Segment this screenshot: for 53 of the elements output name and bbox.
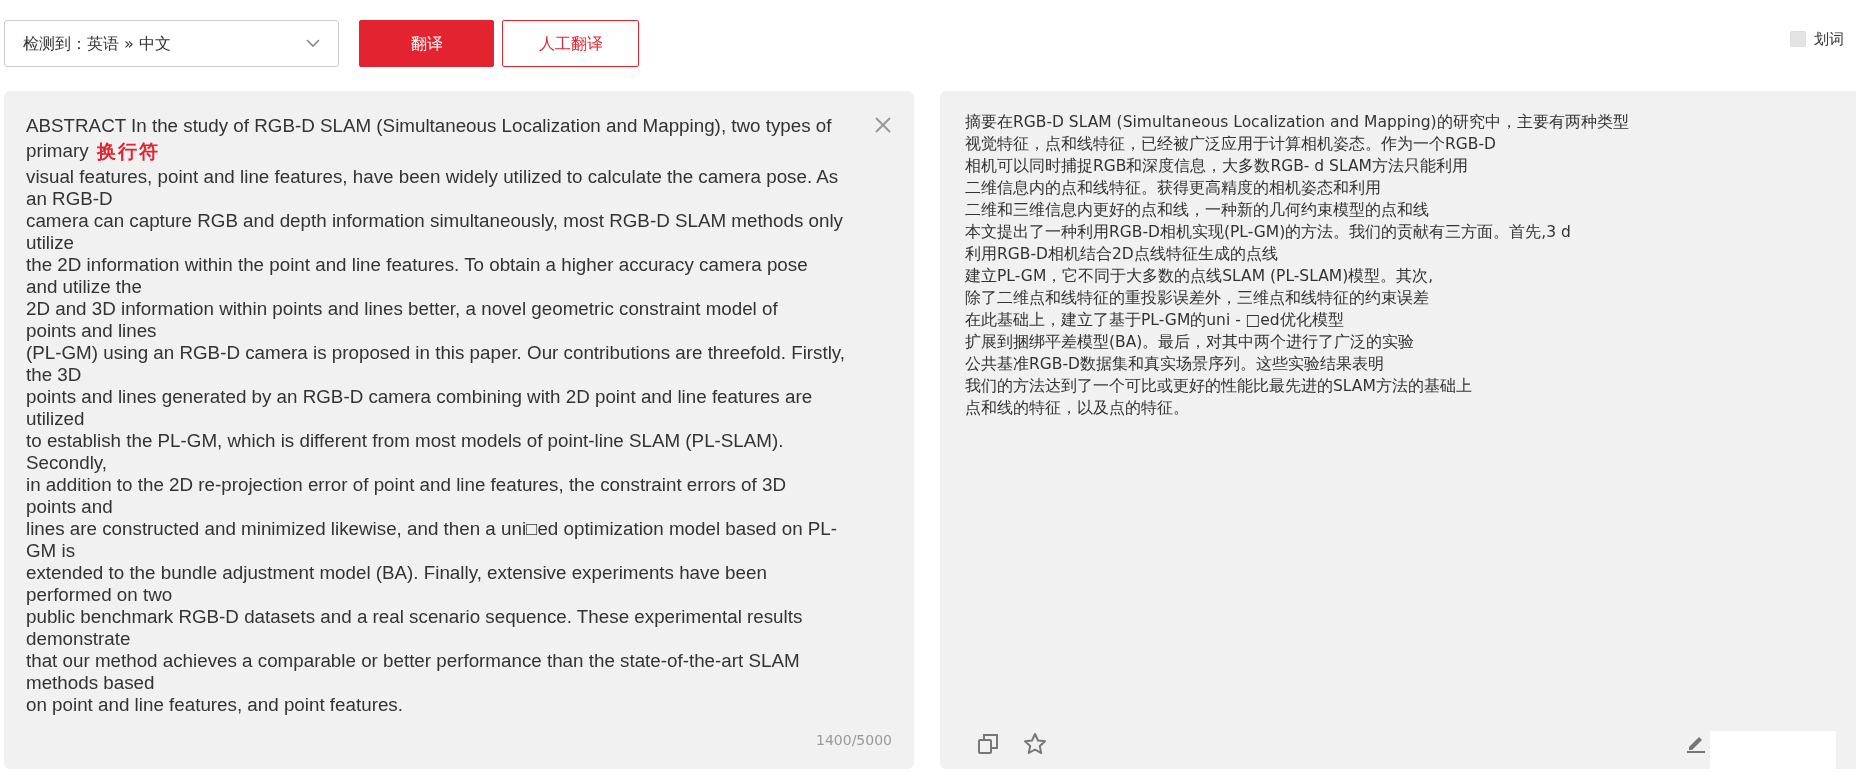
translation-line: 在此基础上，建立了基于PL-GM的uni - □ed优化模型 (965, 310, 1344, 331)
source-text-line: points and lines generated by an RGB-D camera combining with 2D point and line features are (26, 385, 813, 408)
word-pick-checkbox[interactable] (1790, 31, 1806, 48)
source-text-line: (PL-GM) using an RGB-D camera is proposed in this paper. Our contributions are threefold. Firstly, (26, 341, 846, 364)
translation-line: 点和线的特征，以及点的特征。 (965, 398, 1189, 419)
source-text-panel[interactable] (4, 91, 914, 769)
copy-icon[interactable] (977, 732, 999, 755)
source-text-line: Secondly, (26, 451, 108, 474)
source-text-line: 2D and 3D information within points and lines better, a novel geometric constraint model of (26, 297, 778, 320)
source-text-line: the 3D (26, 363, 82, 386)
source-text-line: ABSTRACT In the study of RGB-D SLAM (Simultaneous Localization and Mapping), two types of (26, 115, 832, 137)
source-text-line: methods based (26, 671, 155, 694)
human-translation-button[interactable]: 人工翻译 (502, 20, 639, 67)
source-text-line: an RGB-D (26, 187, 113, 210)
source-text-line: points and (26, 495, 113, 518)
translation-line: 二维和三维信息内更好的点和线，一种新的几何约束模型的点和线 (965, 200, 1429, 221)
language-select[interactable]: 检测到：英语 » 中文 (4, 20, 339, 67)
source-text-line: in addition to the 2D re-projection error of point and line features, the constraint errors of 3D (26, 473, 786, 496)
star-icon[interactable] (1023, 732, 1047, 755)
translation-line: 摘要在RGB-D SLAM (Simultaneous Localization and Mapping)的研究中，主要有两种类型 (965, 112, 1629, 133)
source-text-line: utilized (26, 407, 85, 430)
source-text-line: performed on two (26, 583, 173, 606)
source-text-line: on point and line features, and point features. (26, 693, 403, 716)
annotation-label: 换行符 (96, 139, 160, 164)
translate-button[interactable]: 翻译 (359, 20, 494, 67)
translation-line: 二维信息内的点和线特征。获得更高精度的相机姿态和利用 (965, 178, 1381, 199)
translation-line: 视觉特征，点和线特征，已经被广泛应用于计算相机姿态。作为一个RGB-D (965, 134, 1496, 155)
translation-line: 建立PL-GM，它不同于大多数的点线SLAM (PL-SLAM)模型。其次, (965, 266, 1434, 287)
translation-line: 相机可以同时捕捉RGB和深度信息，大多数RGB- d SLAM方法只能利用 (965, 156, 1468, 177)
source-text-line: the 2D information within the point and line features. To obtain a higher accuracy camera pose (26, 253, 808, 276)
source-text-line: primary (26, 140, 89, 163)
translation-line: 除了二维点和线特征的重投影误差外，三维点和线特征的约束误差 (965, 288, 1429, 309)
source-text-line: points and lines (26, 319, 157, 342)
source-text-line: extended to the bundle adjustment model (BA). Finally, extensive experiments have been (26, 561, 767, 584)
source-text-line: public benchmark RGB-D datasets and a real scenario sequence. These experimental results (26, 605, 803, 628)
chevron-icon (306, 39, 320, 48)
source-text-line: camera can capture RGB and depth information simultaneously, most RGB-D SLAM methods only (26, 209, 843, 232)
translation-line: 扩展到捆绑平差模型(BA)。最后，对其中两个进行了广泛的实验 (965, 332, 1415, 353)
source-text-line: that our method achieves a comparable or better performance than the state-of-the-art SLAM (26, 649, 800, 672)
translation-line: 我们的方法达到了一个可比或更好的性能比最先进的SLAM方法的基础上 (965, 376, 1472, 397)
translation-line: 利用RGB-D相机结合2D点线特征生成的点线 (965, 244, 1278, 265)
source-text-line: demonstrate (26, 627, 131, 650)
word-pick-label: 划词 (1814, 29, 1844, 50)
source-text-line: to establish the PL-GM, which is different from most models of point-line SLAM (PL-SLAM). (26, 429, 784, 452)
translation-line: 公共基准RGB-D数据集和真实场景序列。这些实验结果表明 (965, 354, 1384, 375)
source-text-line: visual features, point and line features, have been widely utilized to calculate the camera pose. As (26, 165, 839, 188)
translation-line: 本文提出了一种利用RGB-D相机实现(PL-GM)的方法。我们的贡献有三方面。首先,3 d (965, 222, 1571, 243)
close-icon[interactable] (875, 117, 891, 133)
source-text-line: and utilize the (26, 275, 142, 298)
character-count: 1400/5000 (816, 731, 892, 750)
source-text-line: GM is (26, 539, 76, 562)
source-text-line: utilize (26, 231, 75, 254)
source-text-line: lines are constructed and minimized likewise, and then a uni□ed optimization model based on PL- (26, 517, 838, 540)
